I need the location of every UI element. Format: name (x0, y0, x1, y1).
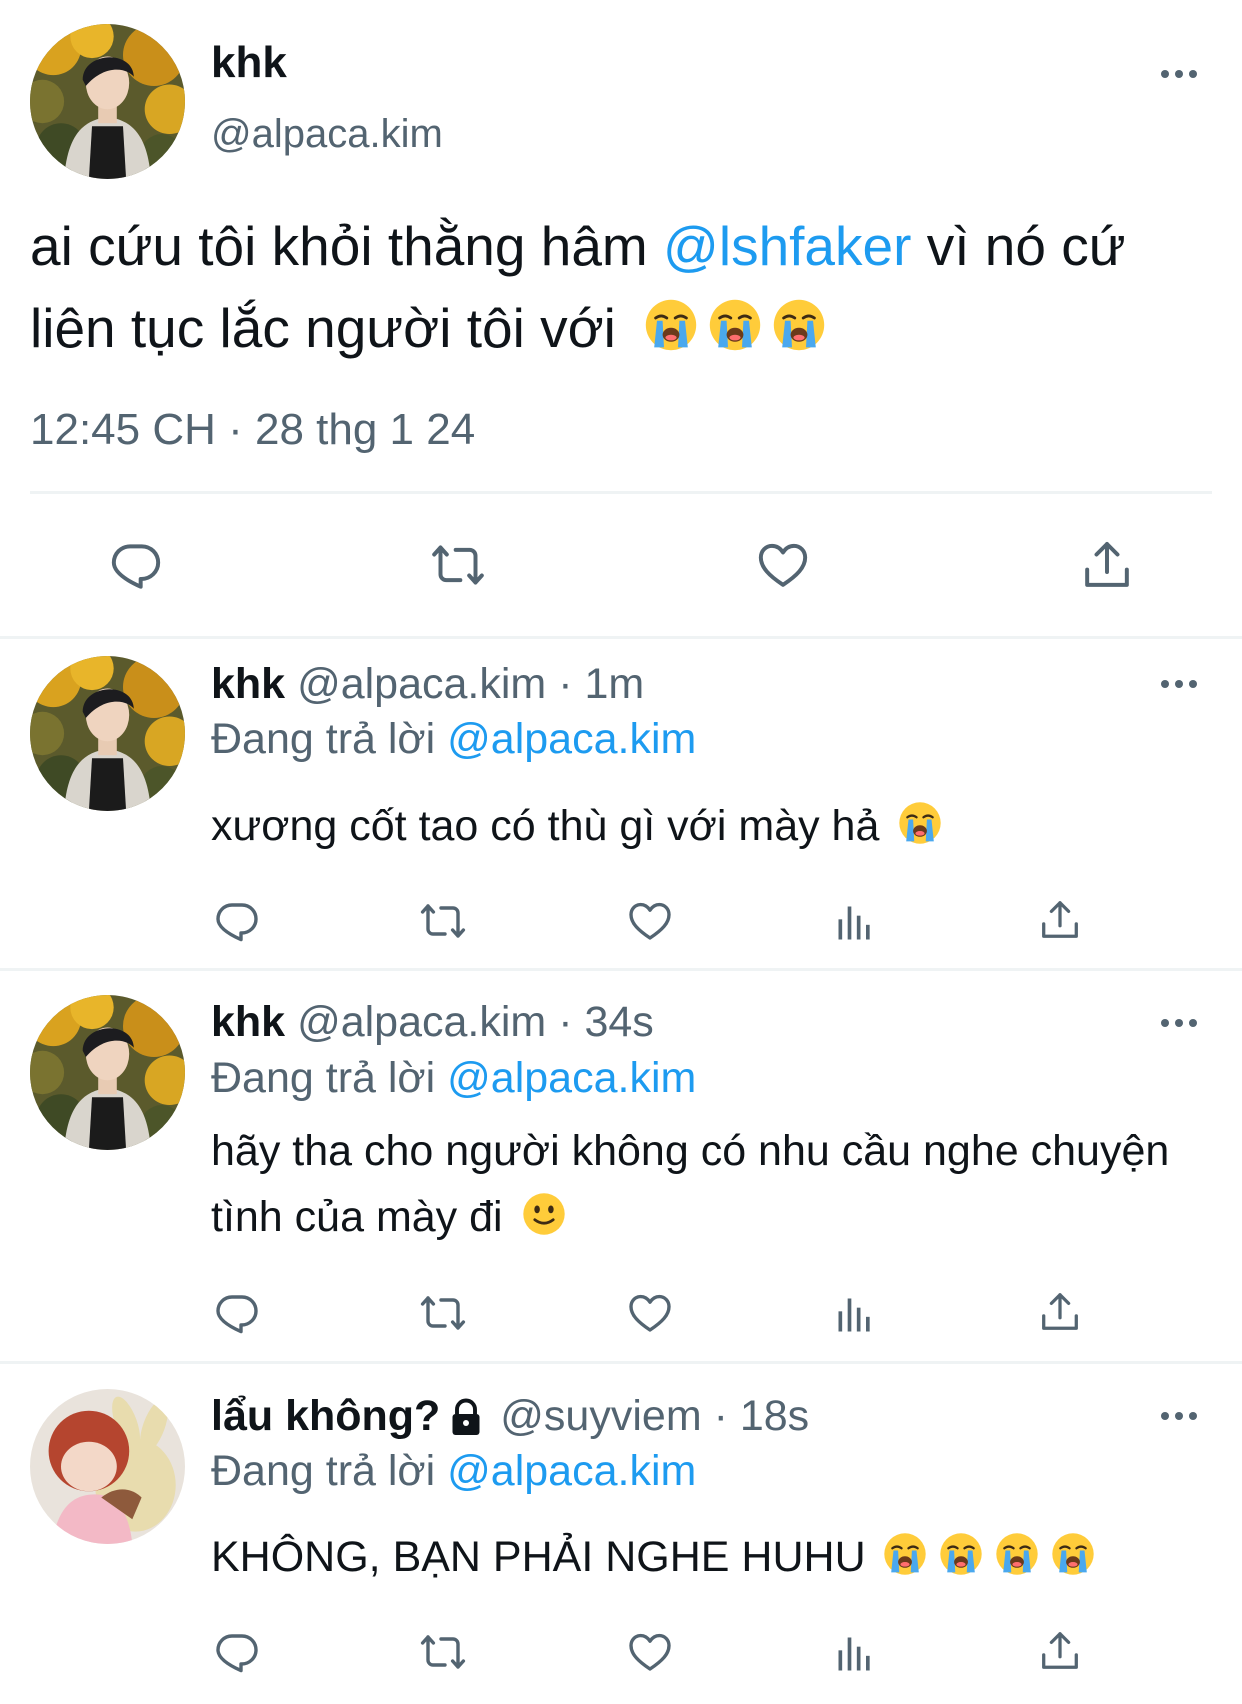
like-icon[interactable] (625, 897, 675, 945)
share-icon[interactable] (1037, 1288, 1083, 1336)
reply-header: lẩu không? @suyviem · 18s (211, 1392, 809, 1441)
tweet-timestamp[interactable]: 12:45 CH · 28 thg 1 24 (30, 405, 475, 455)
divider (0, 1361, 1242, 1364)
avatar-suyviem[interactable] (30, 1389, 185, 1544)
reply-handle-time: @suyviem · 18s (500, 1392, 810, 1440)
more-options-icon[interactable] (1157, 64, 1201, 84)
replying-label: Đang trả lời (211, 1447, 436, 1495)
reply-text: KHÔNG, BẠN PHẢI NGHE HUHU (211, 1524, 1231, 1590)
views-icon[interactable] (833, 1632, 877, 1676)
share-icon[interactable] (1037, 896, 1083, 944)
avatar-image (30, 24, 185, 179)
divider (30, 491, 1212, 494)
retweet-icon[interactable] (425, 537, 491, 593)
reply-header: khk @alpaca.kim · 34s (211, 998, 654, 1047)
loudly-crying-face-icon (882, 1531, 928, 1577)
avatar-khk[interactable] (30, 656, 185, 811)
replying-to-link[interactable]: @alpaca.kim (447, 1054, 696, 1102)
reply-text-content: hãy tha cho người không có nhu cầu nghe … (211, 1127, 1170, 1241)
main-author-name[interactable]: khk (211, 38, 287, 88)
like-icon[interactable] (753, 537, 813, 593)
replying-label: Đang trả lời (211, 1054, 436, 1102)
like-icon[interactable] (625, 1289, 675, 1337)
like-icon[interactable] (625, 1628, 675, 1676)
reply-author-name[interactable]: khk (211, 998, 285, 1047)
views-icon[interactable] (833, 1293, 877, 1337)
loudly-crying-face-icon (938, 1531, 984, 1577)
tweet-text-before: ai cứu tôi khỏi thằng hâm (30, 215, 664, 277)
reply-icon[interactable] (213, 1289, 261, 1337)
divider (0, 968, 1242, 971)
avatar-khk[interactable] (30, 24, 185, 179)
reply-text: xương cốt tao có thù gì với mày hả (211, 793, 1211, 859)
slightly-smiling-face-icon (521, 1191, 567, 1237)
views-icon[interactable] (833, 901, 877, 945)
avatar-image (30, 995, 185, 1150)
retweet-icon[interactable] (416, 897, 470, 945)
avatar-image (30, 1389, 185, 1544)
loudly-crying-face-icon (897, 800, 943, 846)
loudly-crying-face-icon (771, 297, 827, 353)
avatar-image (30, 656, 185, 811)
more-options-icon[interactable] (1157, 674, 1201, 694)
avatar-khk[interactable] (30, 995, 185, 1150)
more-options-icon[interactable] (1157, 1013, 1201, 1033)
lock-icon (448, 1397, 484, 1437)
replying-to: Đang trả lời @alpaca.kim (211, 1447, 696, 1496)
reply-text-content: KHÔNG, BẠN PHẢI NGHE HUHU (211, 1533, 866, 1581)
replying-label: Đang trả lời (211, 715, 436, 763)
replying-to: Đang trả lời @alpaca.kim (211, 715, 696, 764)
replying-to: Đang trả lời @alpaca.kim (211, 1054, 696, 1103)
reply-handle-time: @alpaca.kim · 34s (297, 998, 654, 1046)
reply-icon[interactable] (213, 897, 261, 945)
share-icon[interactable] (1037, 1627, 1083, 1675)
reply-author-name[interactable]: khk (211, 660, 285, 709)
reply-handle-time: @alpaca.kim · 1m (297, 660, 645, 708)
share-icon[interactable] (1079, 536, 1135, 594)
reply-text: hãy tha cho người không có nhu cầu nghe … (211, 1118, 1211, 1250)
reply-icon[interactable] (213, 1628, 261, 1676)
main-author-handle[interactable]: @alpaca.kim (211, 112, 443, 157)
loudly-crying-face-icon (643, 297, 699, 353)
reply-icon[interactable] (108, 537, 164, 593)
reply-text-content: xương cốt tao có thù gì với mày hả (211, 802, 880, 850)
mention-link[interactable]: @lshfaker (663, 215, 911, 277)
tweet-text: ai cứu tôi khỏi thằng hâm @lshfaker vì n… (30, 205, 1210, 369)
reply-author-name[interactable]: lẩu không? (211, 1392, 440, 1441)
more-options-icon[interactable] (1157, 1406, 1201, 1426)
loudly-crying-face-icon (707, 297, 763, 353)
reply-header: khk @alpaca.kim · 1m (211, 660, 644, 709)
replying-to-link[interactable]: @alpaca.kim (447, 715, 696, 763)
divider (0, 636, 1242, 639)
retweet-icon[interactable] (416, 1289, 470, 1337)
replying-to-link[interactable]: @alpaca.kim (447, 1447, 696, 1495)
loudly-crying-face-icon (1050, 1531, 1096, 1577)
loudly-crying-face-icon (994, 1531, 1040, 1577)
retweet-icon[interactable] (416, 1628, 470, 1676)
